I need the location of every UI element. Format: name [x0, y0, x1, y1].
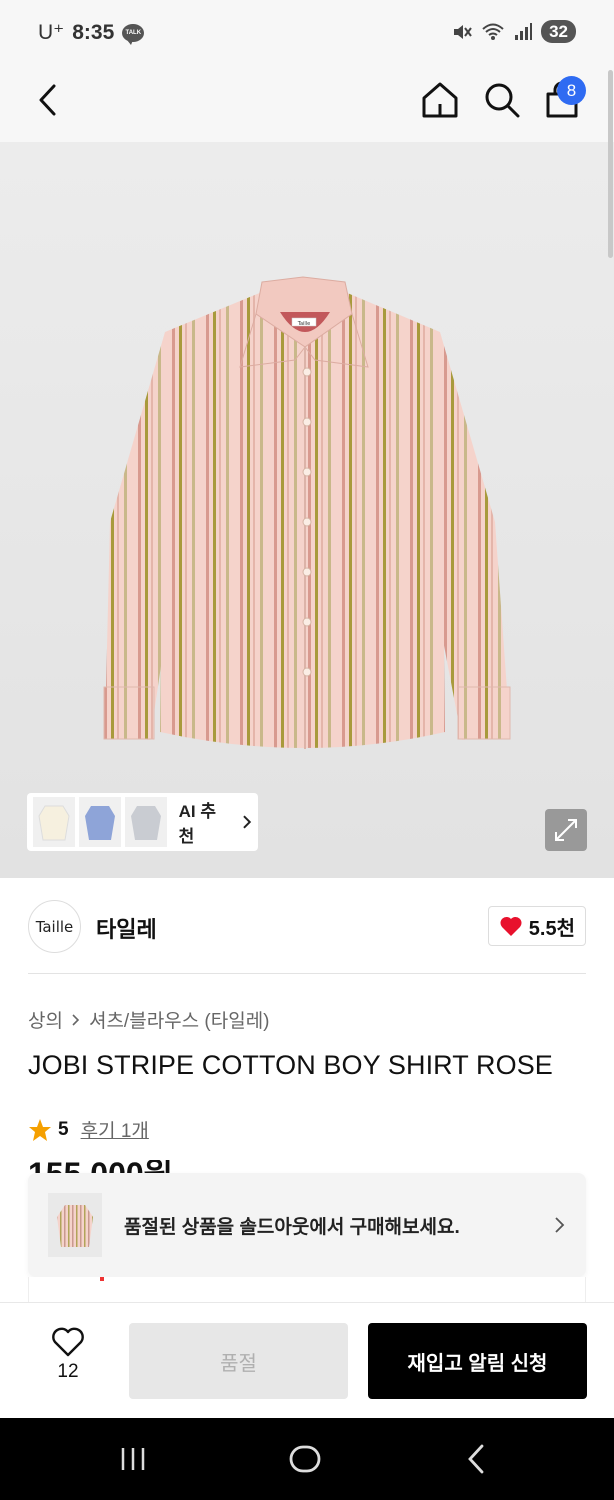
status-left: U⁺ 8:35 TALK — [38, 20, 145, 45]
product-title: JOBI STRIPE COTTON BOY SHIRT ROSE — [28, 1050, 553, 1080]
shirt-tag: Taille — [297, 321, 311, 327]
brand-like-count: 5.5천 — [528, 917, 575, 940]
brand-row: Taille 타일레 5.5천 — [0, 878, 614, 974]
divider — [28, 973, 586, 974]
restock-alert-button[interactable]: 재입고 알림 신청 — [368, 1323, 587, 1399]
rating-value: 5 — [58, 1118, 69, 1140]
soldout-banner-text: 품절된 상품을 솔드아웃에서 구매해보세요. — [124, 1216, 460, 1238]
shirt-image: Taille — [103, 276, 511, 749]
recommend-thumb-grey[interactable] — [124, 797, 167, 847]
soldout-button[interactable]: 품절 — [129, 1323, 348, 1399]
wifi-icon — [482, 23, 504, 40]
scrollbar[interactable] — [608, 70, 613, 258]
wishlist-count: 12 — [57, 1361, 79, 1382]
content-card-edge — [28, 1277, 586, 1303]
carrier-label: U⁺ — [38, 21, 65, 44]
breadcrumb-item-shirts[interactable]: 셔츠/블라우스 (타일레) — [89, 1006, 270, 1033]
price: 155,000원 — [28, 1160, 173, 1174]
back-button-icon[interactable] — [462, 1442, 492, 1476]
recent-apps-icon[interactable] — [118, 1444, 148, 1474]
home-button-icon[interactable] — [288, 1442, 322, 1476]
star-icon — [29, 1118, 51, 1141]
product-image[interactable]: Taille AI 추천 — [0, 142, 614, 878]
brand-like-button[interactable]: 5.5천 — [487, 906, 586, 946]
status-bar: U⁺ 8:35 TALK 32 — [0, 0, 614, 64]
bottom-action-bar: 12 품절 재입고 알림 신청 — [0, 1302, 614, 1418]
soldout-thumb — [48, 1193, 102, 1257]
ai-recommend-label: AI 추천 — [178, 802, 216, 846]
status-right: 32 — [451, 20, 576, 43]
clock: 8:35 — [72, 20, 115, 44]
recommend-thumb-cream[interactable] — [33, 797, 75, 847]
breadcrumb-item-top[interactable]: 상의 — [28, 1006, 63, 1033]
recommend-thumb-blue[interactable] — [78, 797, 121, 847]
talk-icon: TALK — [122, 23, 145, 45]
expand-image-button[interactable] — [545, 809, 587, 851]
review-link[interactable]: 후기 1개 — [81, 1116, 149, 1143]
signal-icon — [515, 22, 533, 40]
heart-filled-icon — [500, 916, 522, 936]
home-icon[interactable] — [418, 78, 462, 122]
heart-outline-icon — [52, 1327, 84, 1357]
chevron-right-icon — [72, 1013, 80, 1026]
accent-mark — [100, 1277, 104, 1281]
back-icon[interactable] — [30, 80, 70, 120]
battery-indicator: 32 — [541, 20, 576, 43]
chevron-right-icon — [243, 815, 252, 829]
top-navigation — [0, 64, 614, 142]
brand-logo[interactable]: Taille — [28, 900, 81, 953]
cart-count-badge: 8 — [557, 76, 586, 105]
system-navigation-bar — [0, 1418, 614, 1500]
breadcrumb: 상의 셔츠/블라우스 (타일레) — [28, 1006, 270, 1033]
ai-recommend-card[interactable]: AI 추천 — [27, 793, 258, 851]
soldout-banner[interactable]: 품절된 상품을 솔드아웃에서 구매해보세요. — [28, 1173, 586, 1277]
chevron-right-icon — [555, 1217, 565, 1233]
search-icon[interactable] — [480, 78, 524, 122]
mute-icon — [454, 24, 472, 39]
brand-name[interactable]: 타일레 — [96, 912, 157, 944]
rating-row: 5 후기 1개 — [28, 1116, 149, 1143]
expand-icon — [555, 819, 577, 841]
wishlist-button[interactable]: 12 — [40, 1327, 96, 1397]
